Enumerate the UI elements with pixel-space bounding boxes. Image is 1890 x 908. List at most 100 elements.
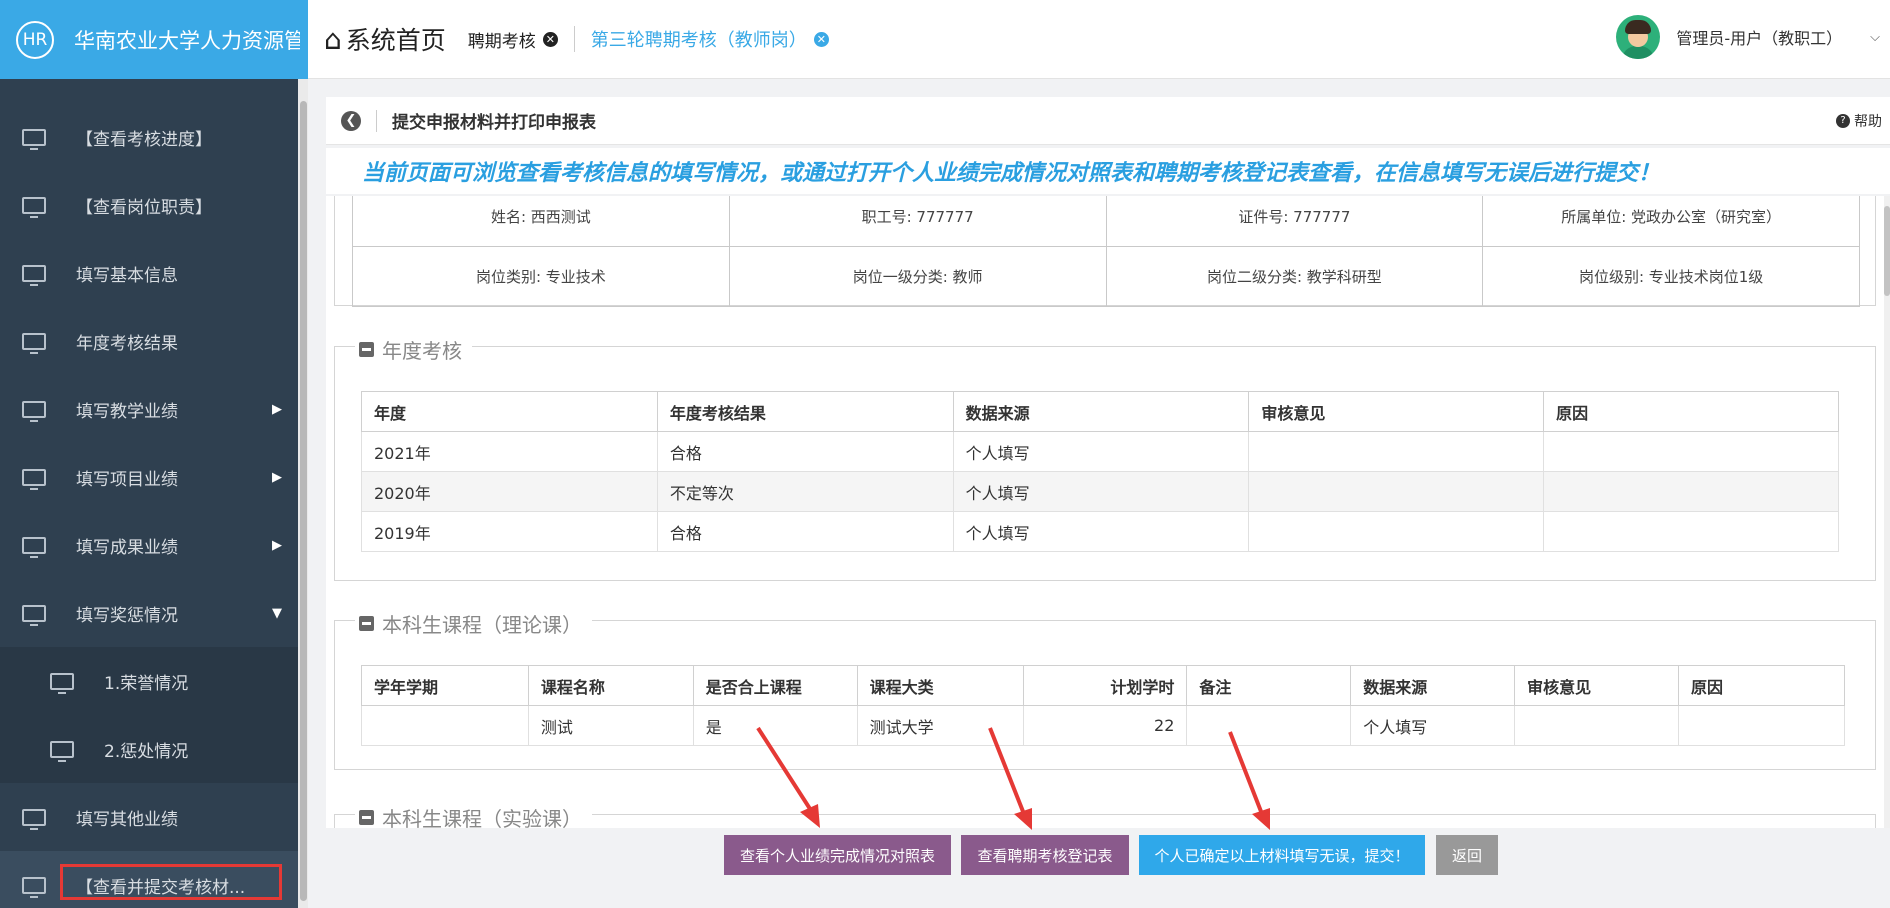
tab-divider <box>573 26 575 52</box>
sidebar-item-duties[interactable]: 【查看岗位职责】 <box>0 171 298 239</box>
avatar <box>1616 15 1661 59</box>
collapse-icon[interactable] <box>359 810 374 825</box>
section-toggle[interactable]: 年度考核 <box>355 335 472 364</box>
tab-label: 聘期考核 <box>467 31 536 52</box>
close-icon[interactable]: ✕ <box>542 31 558 47</box>
chevron-right-icon: ▶ <box>272 537 282 553</box>
view-performance-comparison-button[interactable]: 查看个人业绩完成情况对照表 <box>724 835 951 875</box>
sidebar-item-progress[interactable]: 【查看考核进度】 <box>0 103 298 171</box>
sidebar-item-label: 填写奖惩情况 <box>76 605 178 626</box>
sidebar-item-honors[interactable]: 1.荣誉情况 <box>0 647 298 715</box>
monitor-icon <box>22 332 46 354</box>
back-icon[interactable]: ❮ <box>341 110 361 131</box>
sidebar-item-projects[interactable]: 填写项目业绩 ▶ <box>0 443 298 511</box>
sidebar-item-achievements[interactable]: 填写成果业绩 ▶ <box>0 511 298 579</box>
annotation-arrow-icon <box>1228 731 1270 830</box>
section-toggle[interactable]: 本科生课程（理论课） <box>355 609 592 638</box>
help-label: 帮助 <box>1854 113 1882 130</box>
sidebar-item-label: 填写教学业绩 <box>76 401 178 422</box>
info-cell: 岗位一级分类: 教师 <box>728 246 1107 307</box>
confirm-submit-button[interactable]: 个人已确定以上材料填写无误，提交！ <box>1139 835 1425 875</box>
info-cell: 姓名: 西西测试 <box>352 196 730 247</box>
user-menu[interactable]: 管理员-用户（教职工） ⌵ <box>1616 15 1880 59</box>
table-cell: 个人填写 <box>1350 705 1516 746</box>
table-cell: 2020年 <box>361 471 658 512</box>
close-icon[interactable]: ✕ <box>813 31 829 47</box>
top-tab-bar: ⌂ 系统首页 聘期考核 ✕ 第三轮聘期考核（教师岗） ✕ 管理员-用户（教职工）… <box>308 0 1890 79</box>
monitor-icon <box>22 808 46 830</box>
monitor-icon <box>22 604 46 626</box>
app-title: 华南农业大学人力资源管 <box>74 28 300 53</box>
column-header: 备注 <box>1186 665 1352 706</box>
table-cell: 2019年 <box>361 511 658 552</box>
chevron-down-icon[interactable]: ⌵ <box>1870 30 1880 45</box>
sidebar-item-teaching[interactable]: 填写教学业绩 ▶ <box>0 375 298 443</box>
info-cell: 职工号: 777777 <box>728 196 1107 247</box>
column-header: 课程大类 <box>856 665 1024 706</box>
table-header-row: 年度 年度考核结果 数据来源 审核意见 原因 <box>361 391 1839 432</box>
section-title: 本科生课程（实验课） <box>382 807 582 828</box>
sidebar-scrollbar[interactable] <box>298 79 308 908</box>
sidebar-item-label: 1.荣誉情况 <box>104 673 189 694</box>
annual-review-table: 年度 年度考核结果 数据来源 审核意见 原因 2021年 合格 个人填写 202… <box>361 391 1839 552</box>
sidebar-item-other[interactable]: 填写其他业绩 <box>0 783 298 851</box>
table-cell <box>1543 511 1839 552</box>
table-cell: 个人填写 <box>952 471 1250 512</box>
sidebar-item-label: 填写其他业绩 <box>76 809 178 830</box>
sidebar-item-label: 2.惩处情况 <box>104 741 189 762</box>
table-row: 2020年 不定等次 个人填写 <box>361 471 1839 512</box>
notice-banner: 当前页面可浏览查看考核信息的填写情况，或通过打开个人业绩完成情况对照表和聘期考核… <box>326 148 1890 194</box>
tab-home[interactable]: ⌂ 系统首页 <box>324 21 446 57</box>
table-cell <box>1248 431 1545 472</box>
table-cell <box>1248 511 1545 552</box>
column-header: 原因 <box>1543 391 1839 432</box>
sidebar-item-rewards[interactable]: 填写奖惩情况 ▼ <box>0 579 298 647</box>
sidebar-item-label: 【查看考核进度】 <box>76 129 212 150</box>
user-name: 管理员-用户（教职工） <box>1676 29 1843 48</box>
chevron-right-icon: ▶ <box>272 469 282 485</box>
monitor-icon <box>22 536 46 558</box>
monitor-icon <box>50 740 74 762</box>
info-cell: 证件号: 777777 <box>1105 196 1484 247</box>
header-divider <box>376 109 377 132</box>
theory-course-section: 本科生课程（理论课） 学年学期 课程名称 是否合上课程 课程大类 计划学时 备注… <box>334 609 1876 770</box>
monitor-icon <box>22 196 46 218</box>
highlight-box <box>60 864 282 900</box>
info-cell: 岗位类别: 专业技术 <box>352 246 730 307</box>
info-cell: 所属单位: 党政办公室（研究室） <box>1482 196 1860 247</box>
collapse-icon[interactable] <box>359 616 374 631</box>
tab-third-round-review[interactable]: 第三轮聘期考核（教师岗） ✕ <box>591 26 829 52</box>
column-header: 计划学时 <box>1022 665 1188 706</box>
tab-appointment-review[interactable]: 聘期考核 ✕ <box>468 27 558 52</box>
sidebar-item-label: 填写成果业绩 <box>76 537 178 558</box>
sidebar-item-label: 填写基本信息 <box>76 265 178 286</box>
theory-course-table: 学年学期 课程名称 是否合上课程 课程大类 计划学时 备注 数据来源 审核意见 … <box>361 665 1845 746</box>
column-header: 年度 <box>361 391 658 432</box>
help-button[interactable]: ? 帮助 <box>1836 111 1882 131</box>
chevron-right-icon: ▶ <box>272 401 282 417</box>
view-registration-form-button[interactable]: 查看聘期考核登记表 <box>961 835 1129 875</box>
table-cell: 22 <box>1022 705 1188 746</box>
collapse-icon[interactable] <box>359 342 374 357</box>
basic-info-grid: 姓名: 西西测试 职工号: 777777 证件号: 777777 所属单位: 党… <box>352 196 1860 307</box>
column-header: 原因 <box>1678 665 1845 706</box>
content-panel: 姓名: 西西测试 职工号: 777777 证件号: 777777 所属单位: 党… <box>326 196 1884 828</box>
sidebar-item-annual-result[interactable]: 年度考核结果 <box>0 307 298 375</box>
question-icon: ? <box>1836 113 1850 128</box>
annotation-arrow-icon <box>988 727 1032 830</box>
column-header: 审核意见 <box>1248 391 1545 432</box>
section-toggle[interactable]: 本科生课程（实验课） <box>355 803 592 828</box>
column-header: 年度考核结果 <box>656 391 954 432</box>
home-icon: ⌂ <box>324 22 342 56</box>
sidebar-item-penalties[interactable]: 2.惩处情况 <box>0 715 298 783</box>
table-cell <box>1543 431 1839 472</box>
sidebar-item-basic-info[interactable]: 填写基本信息 <box>0 239 298 307</box>
return-button[interactable]: 返回 <box>1436 835 1498 875</box>
column-header: 审核意见 <box>1514 665 1680 706</box>
tab-label: 第三轮聘期考核（教师岗） <box>590 30 807 51</box>
table-cell <box>1543 471 1839 512</box>
monitor-icon <box>22 128 46 150</box>
table-row: 测试 是 测试大学 22 个人填写 <box>361 705 1845 746</box>
content-scrollbar[interactable] <box>1884 196 1890 828</box>
table-cell: 不定等次 <box>656 471 954 512</box>
